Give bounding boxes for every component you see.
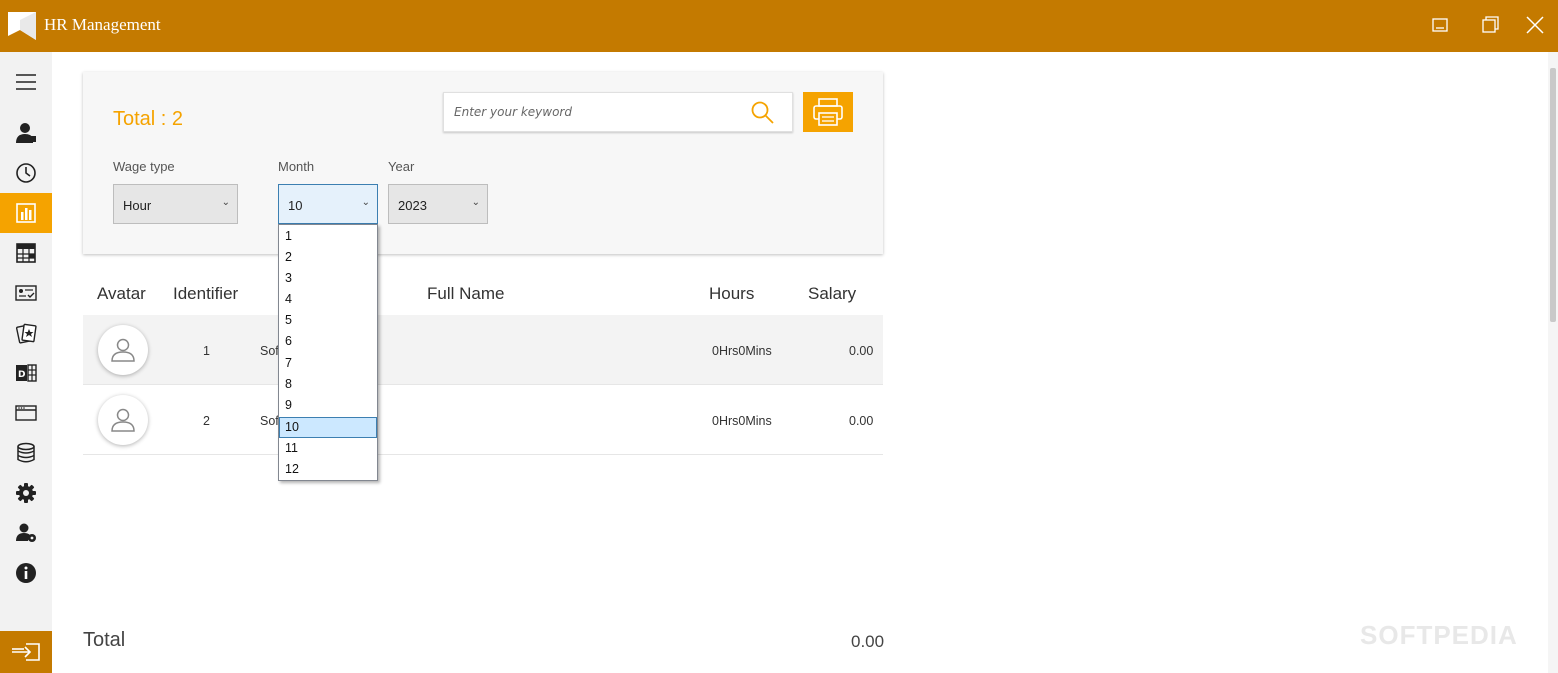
award-icon — [15, 323, 37, 344]
sidebar-item-rewards[interactable] — [0, 313, 52, 353]
logout-button[interactable] — [0, 631, 52, 673]
salary-cell: 0.00 — [849, 344, 874, 358]
logout-icon — [12, 643, 40, 661]
print-button[interactable] — [803, 92, 853, 132]
scrollbar-thumb[interactable] — [1550, 68, 1556, 322]
info-icon — [16, 563, 36, 583]
gear-icon — [16, 483, 36, 503]
month-option[interactable]: 4 — [279, 289, 377, 310]
identifier-cell: 2 — [203, 414, 210, 428]
month-option[interactable]: 2 — [279, 247, 377, 268]
department-icon: D — [16, 364, 37, 382]
month-option[interactable]: 11 — [279, 438, 377, 459]
chevron-down-icon: ⌄ — [361, 197, 370, 208]
footer-total-value: 0.00 — [851, 632, 885, 651]
hours-cell: 0Hrs0Mins — [712, 344, 772, 358]
footer-total-label: Total — [83, 629, 126, 651]
sidebar-item-leave[interactable] — [0, 273, 52, 313]
app-logo-icon — [8, 12, 36, 40]
salary-cell: 0.00 — [849, 414, 874, 428]
month-label: Month — [278, 159, 315, 174]
year-select[interactable]: 2023 ⌄ — [388, 184, 488, 224]
sidebar: D — [0, 52, 52, 673]
wage-type-label: Wage type — [113, 159, 175, 174]
wage-type-select[interactable]: Hour ⌄ — [113, 184, 238, 224]
month-value: 10 — [288, 198, 303, 213]
full-name-cell: Sof — [260, 414, 279, 428]
hours-cell: 0Hrs0Mins — [712, 414, 772, 428]
month-option[interactable]: 5 — [279, 310, 377, 331]
sidebar-item-attendance[interactable] — [0, 153, 52, 193]
minimize-button[interactable] — [1429, 14, 1451, 36]
search-icon[interactable] — [750, 100, 776, 126]
window-title: HR Management — [44, 15, 161, 34]
column-header-avatar: Avatar — [97, 284, 146, 303]
search-box[interactable] — [443, 92, 793, 132]
table-row[interactable]: 2 Sof 0Hrs0Mins 0.00 — [83, 385, 883, 455]
column-header-full-name: Full Name — [427, 284, 505, 303]
maximize-button[interactable] — [1479, 14, 1501, 36]
report-icon — [16, 203, 36, 223]
sidebar-item-employees[interactable] — [0, 113, 52, 153]
window-icon — [15, 405, 37, 421]
column-header-identifier: Identifier — [173, 284, 239, 303]
search-input[interactable] — [454, 93, 744, 131]
title-bar: HR Management — [0, 0, 1558, 52]
column-header-hours: Hours — [709, 284, 755, 303]
avatar — [98, 395, 148, 445]
month-option[interactable]: 9 — [279, 395, 377, 416]
id-card-check-icon — [15, 285, 37, 301]
month-dropdown-list: 1 2 3 4 5 6 7 8 9 10 11 12 — [278, 224, 378, 481]
user-settings-icon — [16, 523, 36, 542]
sidebar-item-database[interactable] — [0, 433, 52, 473]
month-option-selected[interactable]: 10 — [279, 417, 377, 438]
month-option[interactable]: 7 — [279, 353, 377, 374]
full-name-cell: Sof — [260, 344, 279, 358]
identifier-cell: 1 — [203, 344, 210, 358]
year-value: 2023 — [398, 198, 427, 213]
database-icon — [17, 442, 35, 463]
svg-text:D: D — [18, 370, 25, 380]
close-button[interactable] — [1524, 14, 1546, 36]
month-select[interactable]: 10 ⌄ — [278, 184, 378, 224]
sidebar-item-settings[interactable] — [0, 473, 52, 513]
sidebar-menu-toggle[interactable] — [0, 62, 52, 102]
table-row[interactable]: 1 Sof 0Hrs0Mins 0.00 — [83, 315, 883, 385]
month-option[interactable]: 1 — [279, 226, 377, 247]
chevron-down-icon: ⌄ — [221, 197, 230, 208]
sidebar-item-departments[interactable]: D — [0, 353, 52, 393]
vertical-scrollbar[interactable] — [1548, 52, 1558, 673]
calendar-grid-icon — [16, 243, 36, 263]
month-option[interactable]: 8 — [279, 374, 377, 395]
sidebar-item-positions[interactable] — [0, 393, 52, 433]
clock-icon — [16, 163, 36, 183]
wage-type-value: Hour — [123, 198, 152, 213]
month-option[interactable]: 12 — [279, 459, 377, 480]
month-option[interactable]: 6 — [279, 331, 377, 352]
column-header-salary: Salary — [808, 284, 857, 303]
sidebar-item-schedule[interactable] — [0, 233, 52, 273]
user-placeholder-icon — [111, 408, 135, 432]
month-option[interactable]: 3 — [279, 268, 377, 289]
sidebar-item-reports[interactable] — [0, 193, 52, 233]
printer-icon — [813, 98, 843, 126]
watermark: SOFTPEDIA — [1360, 620, 1518, 650]
avatar — [98, 325, 148, 375]
year-label: Year — [388, 159, 415, 174]
chevron-down-icon: ⌄ — [471, 197, 480, 208]
employee-icon — [16, 123, 36, 143]
total-count-label: Total : 2 — [113, 108, 184, 130]
user-placeholder-icon — [111, 338, 135, 362]
menu-icon — [16, 74, 36, 90]
sidebar-item-about[interactable] — [0, 553, 52, 593]
sidebar-item-accounts[interactable] — [0, 513, 52, 553]
